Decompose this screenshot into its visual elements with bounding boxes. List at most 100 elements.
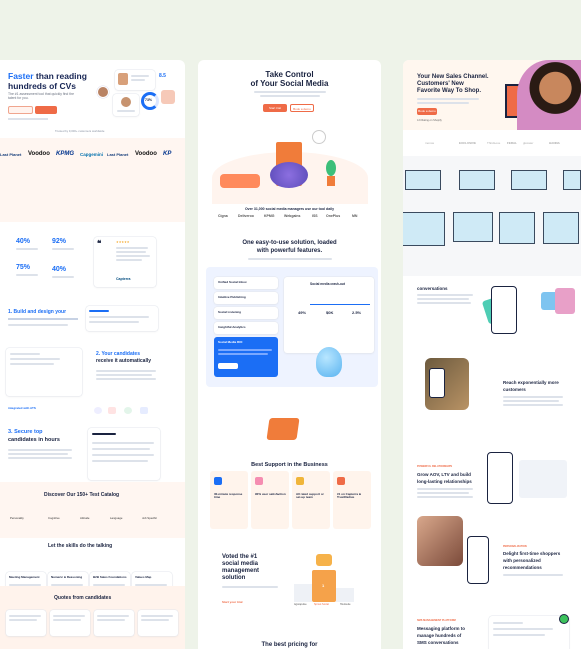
logo-kpmg: KPMG	[264, 214, 275, 218]
logo-iss: ISS	[312, 214, 318, 218]
feature-item[interactable]: Insightful Analytics	[214, 322, 278, 334]
voted-title-line2: social media	[222, 561, 259, 567]
quote-card	[6, 610, 46, 636]
features-panel: Unified Social Inbox Intuitive Publishin…	[206, 267, 378, 387]
support-icon	[296, 477, 304, 485]
delight-title-line1: Delight first-time shoppers	[503, 551, 561, 556]
hero-title-line2: of Your Social Media	[250, 79, 329, 88]
step2-title: 2. Your candidates	[96, 351, 140, 358]
avatar	[121, 97, 131, 107]
metric-value: 49%	[298, 310, 307, 315]
hero-photo	[517, 60, 581, 130]
messaging-title-line2: manage hundreds of	[417, 633, 462, 638]
phone-mockup	[429, 368, 445, 398]
brand-logo: HANNA	[549, 141, 560, 145]
skill-card-title: B2B Sales Foundations	[93, 575, 127, 579]
catalog-tab[interactable]: Language	[110, 516, 122, 520]
landing-page-sms: Your New Sales Channel. Customers' New F…	[403, 60, 581, 649]
hero-title-line2: Customers' New	[417, 81, 464, 87]
voted-link[interactable]: Start your trial	[222, 600, 243, 604]
quote-card	[138, 610, 178, 636]
book-demo-button[interactable]: Book a demo	[417, 108, 437, 115]
quotes-section: Quotes from candidates	[0, 586, 185, 649]
logo-kpmg: KP	[163, 151, 172, 157]
trophy-icon	[316, 554, 332, 566]
score-percent: 73%	[145, 98, 153, 102]
brand-logo: monos	[425, 141, 435, 145]
stat-value: 40%	[52, 266, 67, 273]
trend-line	[310, 291, 370, 305]
feature-label: Unified Social Inbox	[218, 280, 247, 284]
feature-label: Insightful Analytics	[218, 325, 246, 329]
start-trial-button[interactable]: Start trial	[263, 104, 287, 112]
reach-title-line1: Reach exponentially more	[503, 380, 559, 385]
book-demo-button[interactable]: Book a demo	[290, 104, 314, 112]
hero-title-line1: Your New Sales Channel.	[417, 74, 489, 80]
quote-card	[94, 610, 134, 636]
metric-value: 2.5%	[352, 310, 362, 315]
phone-mockup	[491, 286, 517, 334]
feature-item-active[interactable]: Social Media ROI	[214, 337, 278, 377]
chat-bubble	[499, 212, 535, 244]
results-screenshot	[88, 428, 160, 480]
support-card: 90% user satisfaction	[251, 471, 289, 529]
feature-label: Social Listening	[218, 310, 242, 314]
delight-title-line2: with personalized	[503, 558, 541, 563]
grow-title-line2: long-lasting relationships	[417, 479, 472, 484]
catalog-title: Discover Our 150+ Test Catalog	[44, 492, 120, 498]
chat-bubble	[511, 170, 547, 190]
logo-capgemini: Capgemini	[80, 152, 104, 157]
messaging-title-line1: Messaging platform to	[417, 626, 466, 631]
feature-item[interactable]: Intuitive Publishing	[214, 292, 278, 304]
customers-line: Over 31,000 social media managers use ou…	[244, 207, 335, 211]
skill-card-title: Values Map	[135, 575, 152, 579]
email-input[interactable]	[8, 106, 33, 114]
logo-oneplus: OnePlus	[326, 214, 341, 218]
landing-page-social: Take Control of Your Social Media Start …	[198, 60, 381, 649]
hero-cta-button[interactable]	[35, 106, 57, 114]
logo-voodoo: Voodoo	[135, 151, 157, 157]
brand-logos: monos EXCLUSIVE ThirdLove FERAL glossier…	[403, 138, 581, 150]
quotes-title: Quotes from candidates	[54, 595, 112, 601]
quote-card	[50, 610, 90, 636]
catalog-tab[interactable]: Job Specific	[142, 516, 157, 520]
feature-item[interactable]: Social Listening	[214, 307, 278, 319]
feature-label: Social Media ROI	[218, 340, 243, 344]
learn-more-button[interactable]	[218, 363, 238, 369]
conversations-graphic	[481, 286, 577, 336]
inbox-screenshot	[489, 616, 569, 649]
hero-title-line2: hundreds of CVs	[8, 81, 77, 91]
hero-title-line1: Take Control	[265, 70, 314, 79]
chat-bubble	[563, 170, 581, 190]
pricing-title: The best pricing for	[261, 642, 318, 648]
support-card-title: 90% user satisfaction	[255, 492, 286, 496]
voted-title-line3: management	[222, 568, 260, 574]
chat-bubble	[403, 212, 445, 246]
support-title: Best Support in the Business	[251, 462, 328, 468]
logo-voodoo: Voodoo	[28, 151, 50, 157]
messaging-tag: SMS MANAGEMENT PLATFORM	[417, 619, 456, 622]
sofa-illustration	[220, 174, 260, 188]
step1-title-line2	[8, 318, 78, 320]
logo-mn: MN	[352, 214, 358, 218]
metric-value: $0K	[326, 310, 334, 315]
brand-logo: ThirdLove	[487, 141, 501, 145]
grow-tag: POWERFUL RELATIONSHIPS	[417, 465, 453, 468]
phone-mockup	[467, 536, 489, 584]
stat-value: 40%	[16, 238, 31, 245]
feature-item[interactable]: Unified Social Inbox	[214, 277, 278, 289]
catalog-tab[interactable]: Personality	[10, 516, 24, 520]
support-card: 30-minute response time	[210, 471, 248, 529]
laptop-illustration	[266, 418, 300, 440]
catalog-tab[interactable]: Cognitive	[48, 516, 60, 520]
logo-cigna: Cigna	[218, 214, 228, 218]
hero-title-rest: than reading	[33, 71, 87, 81]
chat-icon[interactable]	[559, 614, 569, 624]
brand-logo: FERAL	[507, 141, 517, 145]
step3-title-line2: candidates in hours	[8, 437, 60, 443]
candidate-card	[113, 94, 139, 116]
phone-mockup	[487, 452, 513, 504]
step3-title: 3. Secure top	[8, 429, 43, 435]
catalog-tab[interactable]: Attitude	[80, 516, 90, 520]
delight-title-line3: recommendations	[503, 565, 542, 570]
